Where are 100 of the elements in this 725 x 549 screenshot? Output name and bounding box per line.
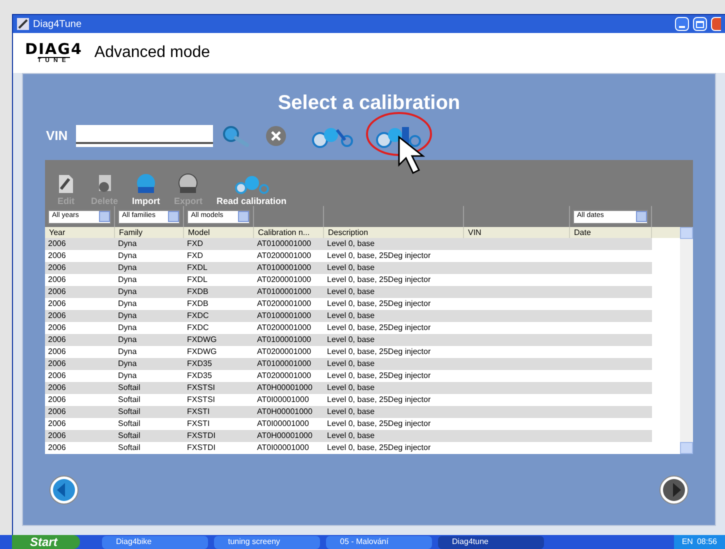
table-cell-text: Dyna [117, 370, 138, 382]
taskbar-button[interactable]: tuning screeny [214, 536, 320, 548]
table-cell-text: Dyna [117, 250, 138, 262]
table-cell-text: AT0100001000 [256, 238, 312, 250]
table-cell-text: AT0100001000 [256, 358, 312, 370]
table-cell-text: 2006 [47, 430, 67, 442]
table-cell-text: Level 0, base [326, 358, 376, 370]
scrollbar[interactable] [680, 227, 693, 454]
table-cell-text: Dyna [117, 346, 138, 358]
table-cell-text: Dyna [117, 238, 138, 250]
table-cell-text: AT0200001000 [256, 346, 312, 358]
table-cell-text: AT0H00001000 [256, 406, 314, 418]
motorbike-icon [234, 173, 270, 195]
table-cell-text: Dyna [117, 262, 138, 274]
clear-icon[interactable] [264, 125, 287, 147]
table-cell-text: Softail [117, 430, 142, 442]
table-cell-text: FXSTI [186, 406, 211, 418]
table-cell-text: FXSTDI [186, 430, 216, 442]
minimize-button[interactable] [675, 17, 689, 31]
table-cell-text: Softail [117, 394, 142, 406]
vin-label: VIN [46, 127, 68, 146]
table-cell-text: AT0I00001000 [256, 418, 310, 430]
table-cell-text: Level 0, base, 25Deg injector [326, 346, 432, 358]
table-cell-text: AT0I00001000 [256, 394, 310, 406]
table-cell-text: Level 0, base [326, 262, 376, 274]
table-cell-text: Dyna [117, 274, 138, 286]
table-cell-text: FXD [186, 238, 204, 250]
table-cell-text: Level 0, base [326, 310, 376, 322]
table-cell-text: FXSTI [186, 418, 211, 430]
table-cell-text: 2006 [47, 298, 67, 310]
close-button[interactable] [711, 17, 721, 31]
toolbar-button[interactable]: Read calibration [216, 173, 287, 206]
table-cell-text: AT0100001000 [256, 310, 312, 322]
page-heading: Select a calibration [276, 91, 462, 116]
table-cell-text: FXSTDI [186, 442, 216, 454]
table-cell-text: 2006 [47, 442, 67, 454]
table-cell-text: Level 0, base, 25Deg injector [326, 250, 432, 262]
table-cell-text: FXSTSI [186, 382, 216, 394]
disc-icon [135, 173, 158, 195]
table-cell-text: 2006 [47, 346, 67, 358]
table-cell-text: AT0200001000 [256, 370, 312, 382]
table-cell-text: Level 0, base [326, 334, 376, 346]
window-title: Diag4Tune [33, 18, 83, 32]
table-cell-text: 2006 [47, 310, 67, 322]
table-cell-text: FXSTSI [186, 394, 216, 406]
table-cell-text: AT0100001000 [256, 286, 312, 298]
maximize-button[interactable] [693, 17, 707, 31]
table-cell-text: AT0I00001000 [256, 442, 310, 454]
table-cell-text: Level 0, base, 25Deg injector [326, 418, 432, 430]
table-cell-text: Level 0, base, 25Deg injector [326, 370, 432, 382]
table-cell-text: 2006 [47, 394, 67, 406]
table-cell-text: Softail [117, 382, 142, 394]
table-cell-text: Dyna [117, 334, 138, 346]
table-cell-text: Level 0, base [326, 238, 376, 250]
disc-icon [177, 173, 200, 195]
table-cell-text: AT0200001000 [256, 250, 312, 262]
table-cell-text: 2006 [47, 382, 67, 394]
table-cell-text: FXDB [186, 298, 210, 310]
table-cell-text: 2006 [47, 250, 67, 262]
table-cell-text: AT0200001000 [256, 298, 312, 310]
table-cell-text: AT0100001000 [256, 334, 312, 346]
app-icon [17, 18, 29, 30]
table-cell-text: Level 0, base [326, 382, 376, 394]
language-indicator[interactable]: EN [682, 536, 693, 548]
table-cell-text: Dyna [117, 322, 138, 334]
clock: 08:56 [696, 536, 717, 548]
table-cell-text: FXD35 [186, 370, 213, 382]
table-cell-text: Dyna [117, 298, 138, 310]
table-cell-text: AT0200001000 [256, 322, 312, 334]
table-cell-text: 2006 [47, 322, 67, 334]
taskbar-button[interactable]: Diag4bike [102, 536, 208, 548]
table-cell-text: Level 0, base [326, 286, 376, 298]
table-cell-text: AT0200001000 [256, 274, 312, 286]
table-cell-text: 2006 [47, 334, 67, 346]
table-cell-text: Level 0, base [326, 430, 376, 442]
table-cell-text: 2006 [47, 370, 67, 382]
table-cell-text: 2006 [47, 406, 67, 418]
table-cell-text: 2006 [47, 274, 67, 286]
table-cell-text: Dyna [117, 286, 138, 298]
taskbar-button[interactable]: 05 - Malování [326, 536, 432, 548]
table-cell-text: FXDWG [186, 334, 218, 346]
table-cell-text: Dyna [117, 310, 138, 322]
table-cell-text: AT0100001000 [256, 262, 312, 274]
start-button[interactable]: Start [12, 535, 80, 549]
table-cell-text: AT0H00001000 [256, 430, 314, 442]
table-cell-text: 2006 [47, 418, 67, 430]
table-cell-text: Level 0, base, 25Deg injector [326, 322, 432, 334]
table-cell-text: 2006 [47, 238, 67, 250]
table-cell-text: FXD35 [186, 358, 213, 370]
toolbar-button[interactable]: Import [132, 173, 160, 206]
table-cell-text: Dyna [117, 358, 138, 370]
mode-title: Advanced mode [94, 43, 210, 63]
table-cell-text: FXDC [186, 310, 210, 322]
vin-field[interactable] [76, 125, 213, 147]
table-cell-text: Level 0, base, 25Deg injector [326, 442, 432, 454]
table-cell-text: Softail [117, 406, 142, 418]
table-cell-text: Softail [117, 442, 142, 454]
table-cell-text: 2006 [47, 358, 67, 370]
taskbar-button[interactable]: Diag4tune [438, 536, 544, 548]
table-cell-text: FXDL [186, 262, 208, 274]
